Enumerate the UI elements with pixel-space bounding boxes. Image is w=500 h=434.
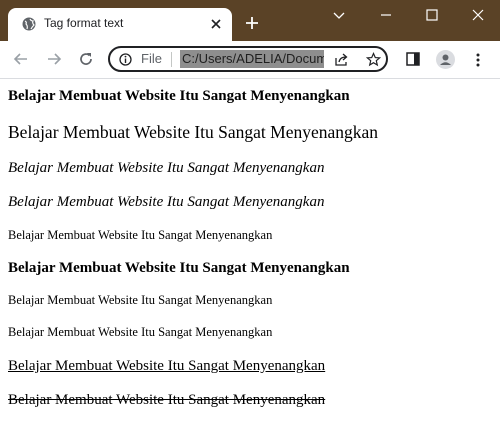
kebab-menu-icon[interactable] bbox=[474, 52, 482, 68]
chevron-down-icon[interactable] bbox=[332, 8, 346, 22]
underlined-text: Belajar Membuat Website Itu Sangat Menye… bbox=[8, 358, 326, 374]
small-text-3: Belajar Membuat Website Itu Sangat Menye… bbox=[8, 325, 273, 339]
address-bar[interactable]: File C:/Users/ADELIA/Documents/tag-forma… bbox=[108, 46, 388, 72]
emphasized-text: Belajar Membuat Website Itu Sangat Menye… bbox=[8, 194, 325, 210]
small-text-2: Belajar Membuat Website Itu Sangat Menye… bbox=[8, 293, 273, 307]
close-icon[interactable] bbox=[210, 18, 222, 30]
strikethrough-text: Belajar Membuat Website Itu Sangat Menye… bbox=[8, 392, 326, 408]
tab-title: Tag format text bbox=[44, 16, 124, 30]
arrow-right-icon[interactable] bbox=[46, 51, 62, 67]
strong-text: Belajar Membuat Website Itu Sangat Menye… bbox=[8, 260, 350, 276]
url-text[interactable]: C:/Users/ADELIA/Documents/tag-format-tex… bbox=[180, 50, 324, 68]
profile-icon[interactable] bbox=[436, 50, 455, 69]
arrow-left-icon[interactable] bbox=[13, 51, 29, 67]
title-bar: Tag format text bbox=[0, 0, 500, 41]
address-divider bbox=[171, 52, 172, 67]
scheme-label: File bbox=[141, 51, 162, 66]
share-icon[interactable] bbox=[334, 52, 349, 67]
close-icon[interactable] bbox=[471, 8, 485, 22]
maximize-icon[interactable] bbox=[425, 8, 439, 22]
star-icon[interactable] bbox=[366, 52, 381, 67]
italic-text: Belajar Membuat Website Itu Sangat Menye… bbox=[8, 160, 325, 176]
reload-icon[interactable] bbox=[78, 51, 94, 67]
side-panel-icon[interactable] bbox=[406, 52, 420, 66]
minimize-icon[interactable] bbox=[379, 8, 393, 22]
bold-text: Belajar Membuat Website Itu Sangat Menye… bbox=[8, 88, 350, 104]
info-icon[interactable] bbox=[119, 53, 132, 66]
globe-icon bbox=[22, 17, 36, 31]
plus-icon[interactable] bbox=[244, 15, 260, 31]
browser-tab[interactable]: Tag format text bbox=[8, 8, 232, 41]
toolbar: File C:/Users/ADELIA/Documents/tag-forma… bbox=[0, 41, 500, 79]
big-text: Belajar Membuat Website Itu Sangat Menye… bbox=[8, 122, 379, 142]
small-text: Belajar Membuat Website Itu Sangat Menye… bbox=[8, 228, 273, 242]
